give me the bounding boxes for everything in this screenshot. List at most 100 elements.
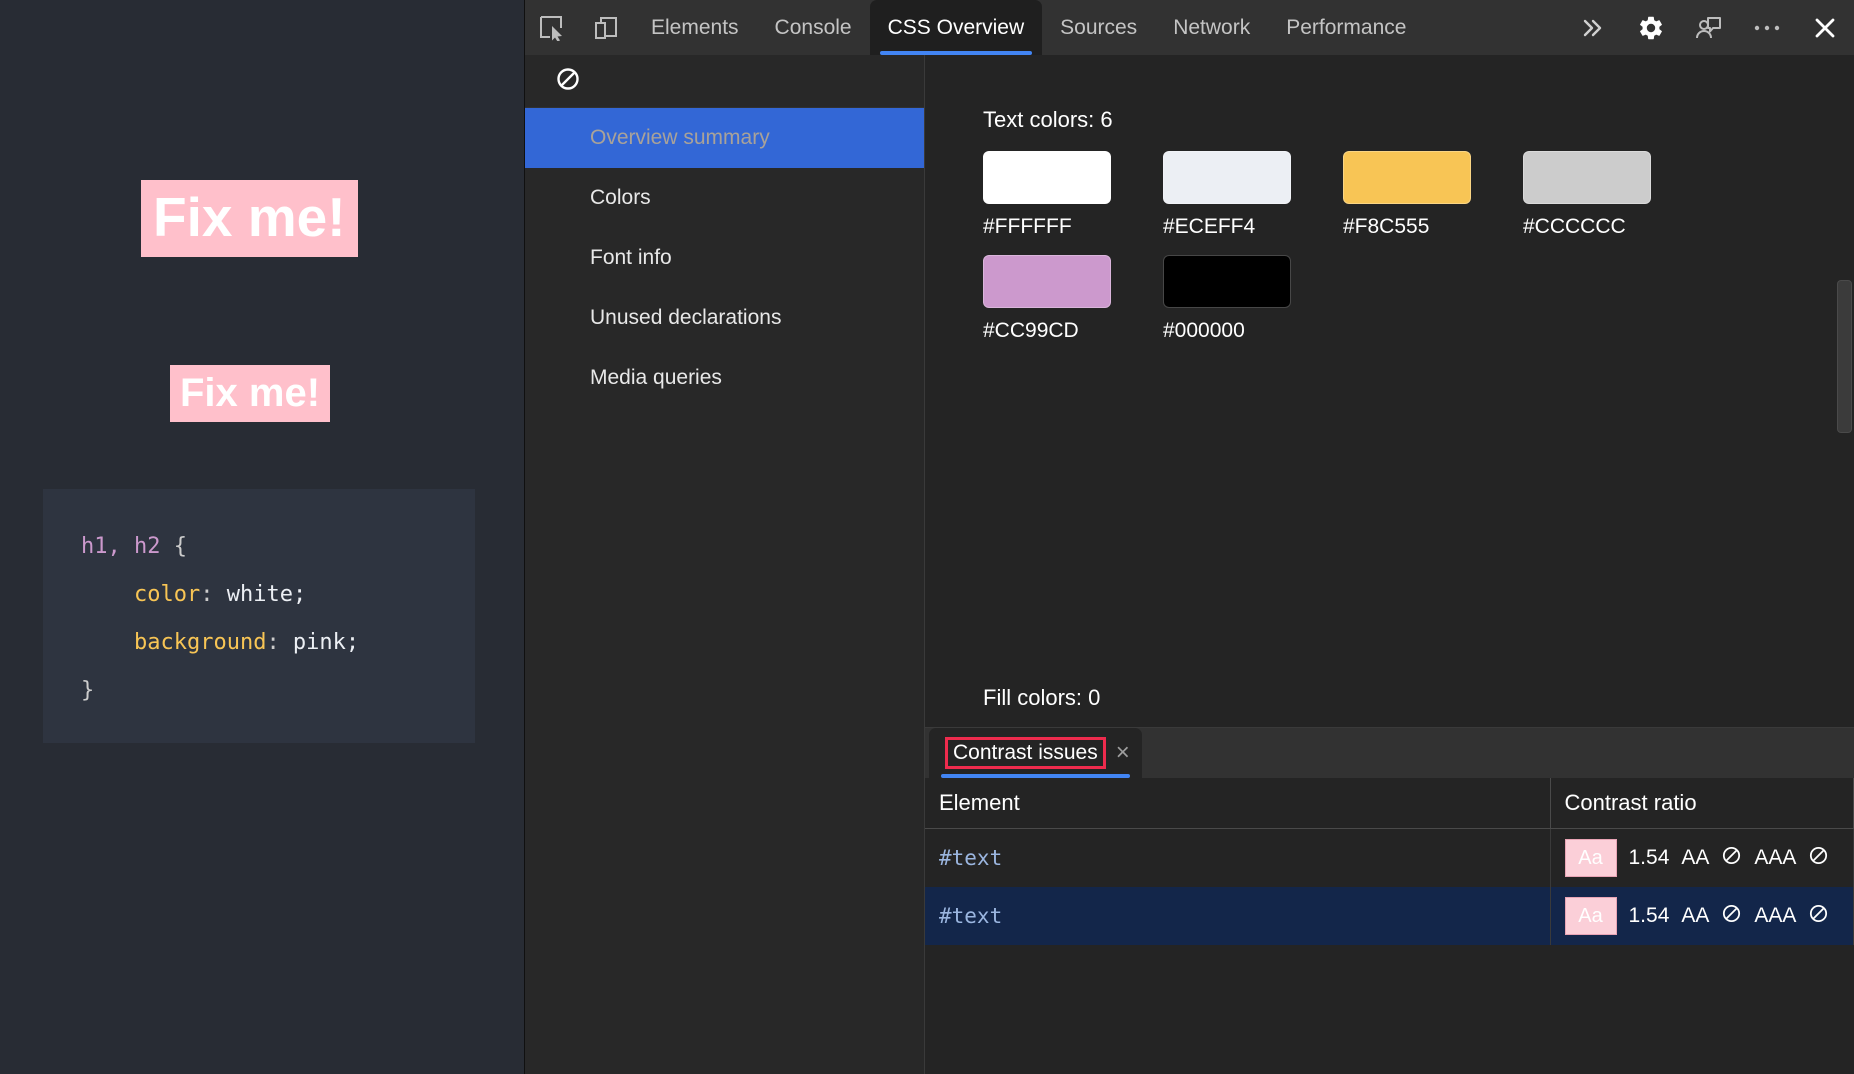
device-toolbar-button[interactable] [579,0,633,55]
contrast-ratio-group: Aa 1.54 AA AAA [1564,897,1854,935]
overview-summary-section: Text colors: 6 #FFFFFF #ECEFF4 #F8C555 #… [925,55,1854,727]
contrast-aaa-label: AAA [1754,904,1797,927]
code-property-color: color [133,582,201,607]
chevron-double-right-icon [1583,19,1602,36]
sidebar-item-overview-summary[interactable]: Overview summary [525,108,924,168]
more-tabs-button[interactable] [1564,0,1622,55]
tab-performance[interactable]: Performance [1268,0,1424,55]
not-allowed-icon [1721,845,1742,872]
swatch-cell[interactable]: #ECEFF4 [1163,151,1343,239]
column-header-element[interactable]: Element [925,778,1551,829]
close-devtools-button[interactable] [1796,0,1854,55]
element-name: #text [939,846,1003,870]
more-options-icon [1754,25,1780,30]
code-colon-2: : [266,630,280,655]
color-swatch[interactable] [1523,151,1651,204]
contrast-sample-swatch: Aa [1564,839,1617,877]
sidebar-item-unused-declarations[interactable]: Unused declarations [525,288,924,348]
scrollbar-thumb[interactable] [1837,280,1853,433]
code-value-white: white; [213,582,307,607]
cell-element[interactable]: #text [925,887,1551,945]
sidebar-item-font-info[interactable]: Font info [525,228,924,288]
color-swatch-label: #F8C555 [1343,215,1430,238]
not-allowed-icon [1808,845,1829,872]
text-colors-swatch-grid: #FFFFFF #ECEFF4 #F8C555 #CCCCCC #CC99CD … [983,151,1703,359]
code-close-brace: } [81,678,95,703]
contrast-ratio-value: 1.54 [1628,846,1670,869]
color-swatch[interactable] [983,255,1111,308]
css-overview-main: Text colors: 6 #FFFFFF #ECEFF4 #F8C555 #… [925,55,1854,1074]
sidebar-header [525,55,924,108]
close-icon[interactable]: × [1116,741,1130,765]
color-swatch[interactable] [983,151,1111,204]
table-header-row: Element Contrast ratio [925,778,1854,829]
tab-sources-label: Sources [1060,15,1138,39]
swatch-cell[interactable]: #CCCCCC [1523,151,1703,239]
more-options-button[interactable] [1738,0,1796,55]
feedback-button[interactable] [1680,0,1738,55]
rendered-page-pane: Fix me! Fix me! h1, h2 { color: white; b… [0,0,524,1074]
table-row[interactable]: #text Aa 1.54 AA AAA [925,887,1854,945]
fill-colors-heading: Fill colors: 0 [983,685,1101,710]
tab-network-label: Network [1173,15,1251,39]
gear-icon [1640,16,1662,39]
cell-contrast-ratio: Aa 1.54 AA AAA [1550,887,1854,945]
device-toolbar-icon [595,16,617,39]
bottom-drawer: Contrast issues × Element Contrast ratio [925,727,1854,1074]
color-swatch-label: #CCCCCC [1523,215,1626,238]
tab-elements[interactable]: Elements [633,0,757,55]
sidebar-item-label: Font info [590,246,672,269]
feedback-person-icon [1696,16,1722,38]
toolbar-right-actions [1564,0,1854,55]
tab-network[interactable]: Network [1155,0,1268,55]
tab-performance-label: Performance [1286,15,1407,39]
element-name: #text [939,904,1003,928]
swatch-cell[interactable]: #CC99CD [983,255,1163,343]
devtools-panel: Elements Console CSS Overview Sources Ne… [524,0,1854,1074]
tab-console-label: Console [774,15,852,39]
code-colon-1: : [200,582,214,607]
contrast-ratio-value: 1.54 [1628,904,1670,927]
swatch-cell[interactable]: #FFFFFF [983,151,1163,239]
drawer-tab-strip: Contrast issues × [925,728,1854,778]
table-row[interactable]: #text Aa 1.54 AA AAA [925,828,1854,887]
color-swatch-label: #FFFFFF [983,215,1072,238]
settings-button[interactable] [1622,0,1680,55]
sidebar-item-label: Media queries [590,366,722,389]
clear-overview-icon [557,67,579,90]
drawer-tab-contrast-issues[interactable]: Contrast issues × [929,728,1142,778]
sidebar-item-label: Overview summary [590,126,770,149]
css-overview-sidebar: Overview summary Colors Font info Unused… [525,55,925,1074]
color-swatch[interactable] [1163,255,1291,308]
devtools-body: Overview summary Colors Font info Unused… [525,55,1854,1074]
inspect-element-button[interactable] [525,0,579,55]
code-value-pink: pink; [279,630,360,655]
text-colors-heading: Text colors: 6 [983,107,1113,132]
css-code-block: h1, h2 { color: white; background: pink;… [43,489,475,743]
close-icon [1815,18,1835,37]
cell-contrast-ratio: Aa 1.54 AA AAA [1550,828,1854,887]
cell-element[interactable]: #text [925,828,1551,887]
sidebar-item-colors[interactable]: Colors [525,168,924,228]
color-swatch[interactable] [1163,151,1291,204]
contrast-issues-table: Element Contrast ratio #text Aa 1.54 AA … [925,778,1854,945]
not-allowed-icon [1808,903,1829,930]
color-swatch[interactable] [1343,151,1471,204]
swatch-cell[interactable]: #F8C555 [1343,151,1523,239]
sidebar-item-label: Colors [590,186,651,209]
code-open-brace: { [160,534,187,559]
tab-console[interactable]: Console [757,0,870,55]
swatch-cell[interactable]: #000000 [1163,255,1343,343]
sidebar-item-media-queries[interactable]: Media queries [525,348,924,408]
clear-overview-button[interactable] [555,66,581,97]
contrast-sample-swatch: Aa [1564,897,1617,935]
drawer-tab-label: Contrast issues [945,737,1106,769]
contrast-aa-label: AA [1681,904,1710,927]
tab-sources[interactable]: Sources [1042,0,1155,55]
page-heading-h1: Fix me! [141,180,358,257]
tab-css-overview[interactable]: CSS Overview [869,0,1043,55]
vertical-scrollbar[interactable] [1836,110,1854,727]
column-header-contrast-ratio[interactable]: Contrast ratio [1550,778,1854,829]
screen: Fix me! Fix me! h1, h2 { color: white; b… [0,0,1854,1074]
